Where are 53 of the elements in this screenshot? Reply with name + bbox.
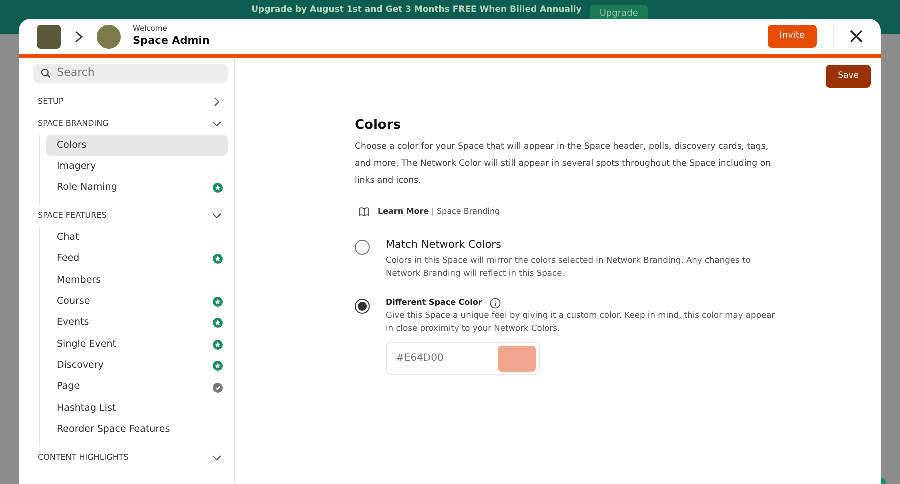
sidebar-item[interactable]: Chat xyxy=(46,227,228,249)
sidebar-item[interactable]: Colors xyxy=(46,135,228,156)
sidebar-item[interactable]: Hashtag List xyxy=(46,398,228,420)
sidebar-item[interactable]: Reorder Space Features xyxy=(46,420,228,442)
sidebar-item[interactable]: Members xyxy=(46,270,228,292)
sidebar-item[interactable]: Single Event xyxy=(46,334,228,356)
avatar xyxy=(97,24,121,48)
save-button[interactable]: Save xyxy=(826,65,871,88)
radio-button[interactable] xyxy=(355,299,370,314)
chevron-right-icon xyxy=(212,97,222,107)
star-badge-icon xyxy=(213,183,223,194)
chevron-down-icon xyxy=(212,119,222,129)
sidebar-item[interactable]: Course xyxy=(46,291,228,313)
color-field[interactable]: #E64D00 xyxy=(386,342,540,375)
sidebar-item[interactable]: Feed xyxy=(46,248,228,270)
section-header[interactable]: SPACE FEATURES xyxy=(33,205,228,228)
search-input[interactable]: Search xyxy=(55,64,220,83)
check-badge-icon xyxy=(213,382,223,393)
section-header[interactable]: CONTENT HIGHLIGHTS xyxy=(33,447,228,470)
header-title: Space Admin xyxy=(133,34,210,50)
chevron-down-icon xyxy=(212,453,222,464)
section-header[interactable]: SETUP xyxy=(33,91,228,113)
invite-button[interactable]: Invite xyxy=(768,24,817,48)
radio-button[interactable] xyxy=(355,240,370,256)
star-badge-icon xyxy=(213,297,223,308)
close-icon[interactable] xyxy=(850,30,863,43)
option-label: Match Network Colors xyxy=(386,238,502,254)
topic-label: | Space Branding xyxy=(430,207,500,216)
star-badge-icon xyxy=(213,340,223,350)
learn-more-link[interactable]: Learn More xyxy=(378,207,430,216)
section-title: Colors xyxy=(355,116,402,135)
star-badge-icon xyxy=(213,361,223,372)
sidebar-item[interactable]: Imagery xyxy=(46,156,228,178)
section-description: Choose a color for your Space that will appear in the Space header, polls, discovery cards, tags, and more. The Network Color will still appear in several spots throughout the Space including on links and icons. xyxy=(355,141,772,188)
chevron-down-icon xyxy=(212,211,222,222)
star-badge-icon xyxy=(213,318,223,328)
search-icon xyxy=(41,68,52,79)
star-badge-icon xyxy=(213,254,223,264)
sidebar-item[interactable]: Role Naming xyxy=(46,178,228,200)
book-icon xyxy=(359,207,370,218)
search-field[interactable]: Search xyxy=(33,64,228,83)
option-description: Give this Space a unique feel by giving it a custom color. Keep in mind, this color may appear in close proximity to your Network Colors. xyxy=(386,309,776,334)
sidebar-item[interactable]: Events xyxy=(46,312,228,334)
color-swatch[interactable] xyxy=(498,346,536,372)
space-logo xyxy=(37,24,61,48)
sidebar-item[interactable]: Page xyxy=(46,376,228,398)
promo-text: Upgrade by August 1st and Get 3 Months FREE When Billed Annually xyxy=(252,5,582,16)
info-icon[interactable] xyxy=(490,298,502,308)
section-header[interactable]: SPACE BRANDING xyxy=(33,113,228,135)
chevron-right-icon xyxy=(73,30,85,44)
option-description: Colors in this Space will mirror the colors selected in Network Branding. Any changes to Network Branding will reflect in this Space. xyxy=(386,254,752,279)
sidebar-item[interactable]: Discovery xyxy=(46,356,228,377)
option-label: Different Space Color xyxy=(386,297,482,309)
